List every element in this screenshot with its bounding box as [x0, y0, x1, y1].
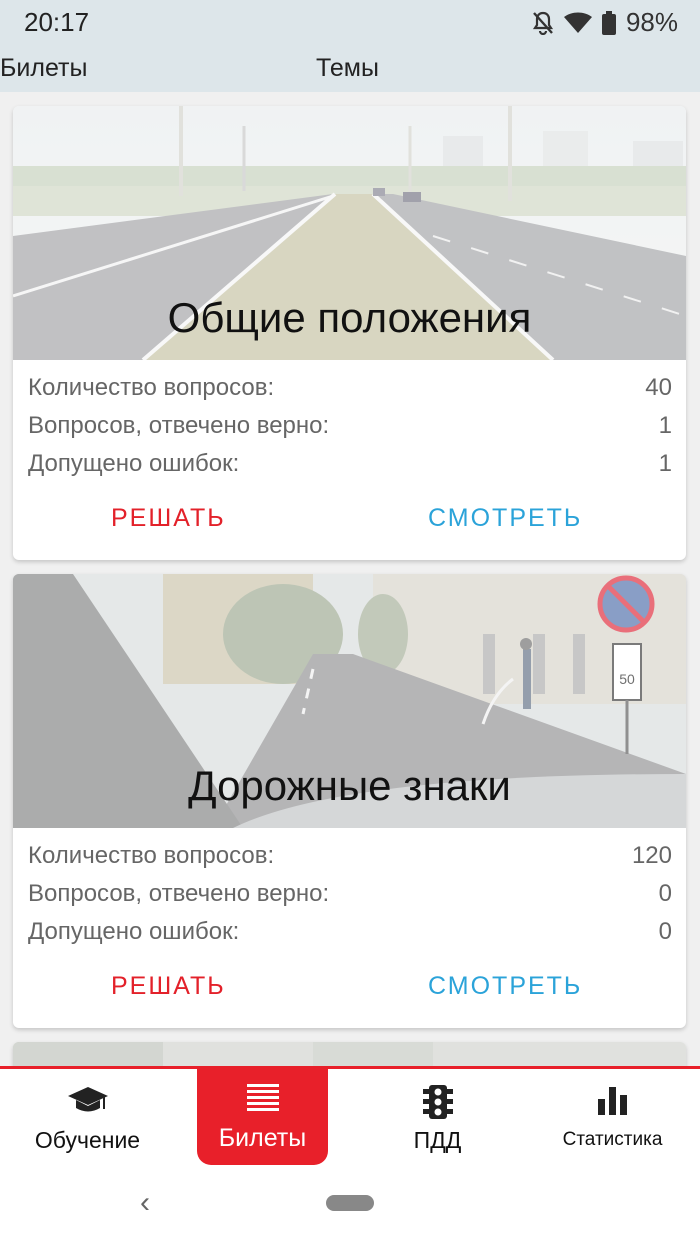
solve-button[interactable]: РЕШАТЬ [111, 972, 226, 1001]
wifi-icon [563, 12, 592, 34]
nav-learning[interactable]: Обучение [0, 1069, 175, 1169]
nav-pdd[interactable]: ПДД [350, 1069, 525, 1169]
street-image: 50 Дорожные знаки [13, 574, 686, 828]
stat-row: Допущено ошибок: 1 [28, 444, 672, 482]
nav-statistics-label: Статистика [562, 1129, 663, 1150]
back-icon[interactable]: ‹ [140, 1186, 150, 1220]
stat-row: Вопросов, отвечено верно: 0 [28, 874, 672, 912]
stat-label: Допущено ошибок: [28, 450, 240, 477]
topic-card: Общие положения Количество вопросов: 40 … [13, 106, 686, 560]
topic-card: 50 Дорожные знаки Количество вопросов: 1… [13, 574, 686, 1028]
status-bar: 20:17 98% [0, 0, 700, 44]
stat-row: Вопросов, отвечено верно: 1 [28, 406, 672, 444]
nav-pdd-label: ПДД [413, 1127, 462, 1153]
topic-stats: Количество вопросов: 40 Вопросов, отвече… [28, 368, 672, 482]
nav-statistics[interactable]: Статистика [525, 1069, 700, 1169]
card-actions: РЕШАТЬ СМОТРЕТЬ [13, 966, 686, 1010]
topic-card [13, 1042, 686, 1066]
card-actions: РЕШАТЬ СМОТРЕТЬ [13, 498, 686, 542]
stat-label: Вопросов, отвечено верно: [28, 880, 330, 907]
tab-topics[interactable]: Темы [316, 54, 379, 83]
stat-value: 1 [658, 450, 672, 477]
nav-tickets[interactable]: Билеты [197, 1066, 328, 1165]
stat-value: 0 [658, 918, 672, 945]
system-nav-bar: ‹ [0, 1178, 700, 1244]
stat-label: Количество вопросов: [28, 374, 275, 401]
stat-row: Количество вопросов: 120 [28, 836, 672, 874]
graduation-cap-icon [67, 1085, 108, 1120]
topic-title: Дорожные знаки [188, 762, 511, 809]
topics-list[interactable]: Общие положения Количество вопросов: 40 … [0, 92, 700, 1066]
home-pill[interactable] [326, 1195, 374, 1211]
stat-value: 120 [631, 842, 672, 869]
battery-percent: 98% [625, 7, 678, 37]
topic-stats: Количество вопросов: 120 Вопросов, отвеч… [28, 836, 672, 950]
view-button[interactable]: СМОТРЕТЬ [428, 972, 582, 1001]
battery-icon [601, 10, 616, 35]
tab-tickets[interactable]: Билеты [0, 54, 87, 83]
stat-value: 0 [658, 880, 672, 907]
bar-chart-icon [597, 1085, 628, 1120]
topic-title: Общие положения [167, 294, 532, 341]
road-image: Общие положения [13, 106, 686, 360]
stat-value: 1 [658, 412, 672, 439]
top-tabs: Билеты Темы [0, 44, 700, 92]
list-lines-icon [246, 1082, 279, 1119]
nav-tickets-label: Билеты [218, 1124, 307, 1152]
view-button[interactable]: СМОТРЕТЬ [428, 504, 582, 533]
notifications-off-icon [532, 11, 554, 35]
stat-label: Допущено ошибок: [28, 918, 240, 945]
stat-value: 40 [645, 374, 672, 401]
stat-row: Количество вопросов: 40 [28, 368, 672, 406]
solve-button[interactable]: РЕШАТЬ [111, 504, 226, 533]
status-time: 20:17 [24, 7, 90, 37]
status-icons: 98% [532, 7, 678, 38]
bottom-nav: Обучение Билеты ПДД Статистика [0, 1066, 700, 1181]
stat-label: Количество вопросов: [28, 842, 275, 869]
stat-label: Вопросов, отвечено верно: [28, 412, 330, 439]
stat-row: Допущено ошибок: 0 [28, 912, 672, 950]
topic-image-partial [13, 1042, 686, 1066]
traffic-light-icon [422, 1085, 453, 1124]
nav-learning-label: Обучение [34, 1127, 141, 1153]
